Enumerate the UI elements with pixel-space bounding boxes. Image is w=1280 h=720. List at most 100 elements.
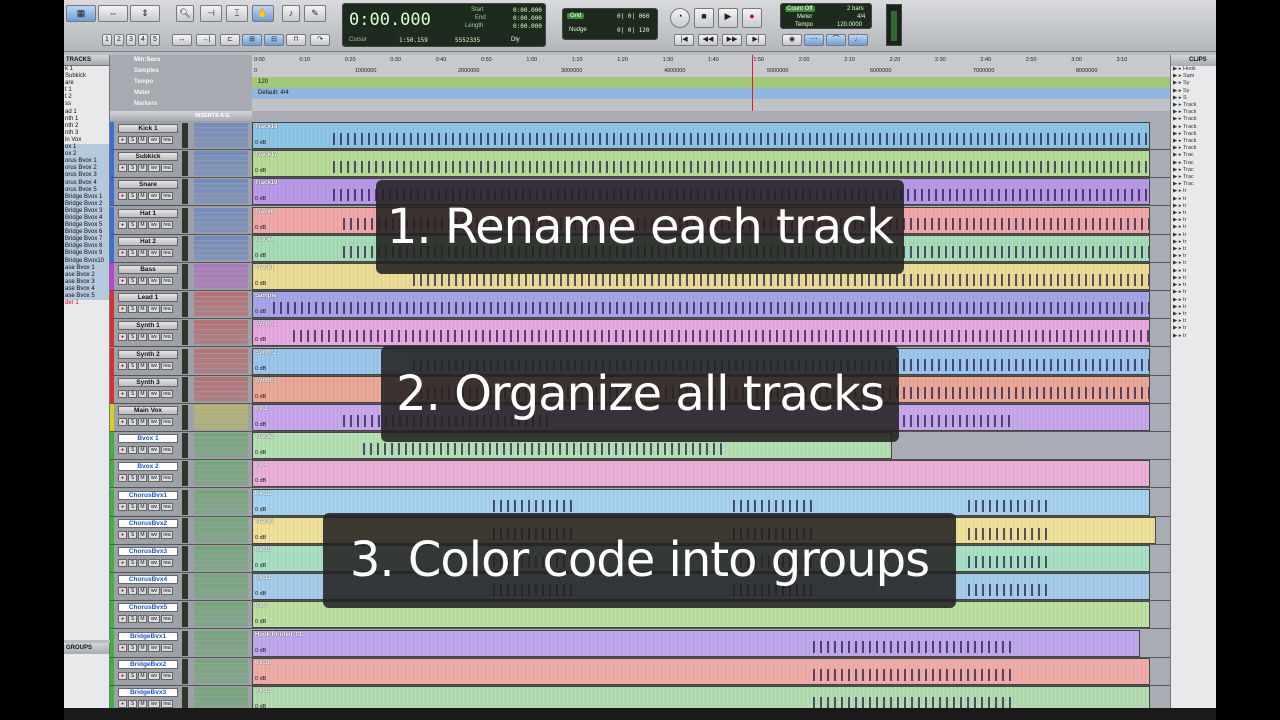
tracks-list-item[interactable]: t 2 — [64, 94, 109, 101]
tracks-list-item[interactable]: nth 3 — [64, 130, 109, 137]
tracks-list-item[interactable]: ad 1 — [64, 109, 109, 116]
clip-gain[interactable]: 0 dB — [255, 281, 266, 287]
track-color-bar[interactable] — [110, 375, 114, 403]
disclosure-triangle-icon[interactable]: ▶ ▸ — [1173, 188, 1183, 194]
track-name-button[interactable]: Hat 1 — [118, 208, 178, 218]
track-name-button[interactable]: Bass — [118, 265, 178, 274]
clip-gain[interactable]: 0 dB — [255, 225, 266, 231]
inserts-header[interactable]: INSERTS A-E — [195, 111, 230, 121]
solo-button[interactable]: S — [128, 277, 137, 285]
clip-gain[interactable]: 0 dB — [255, 450, 266, 456]
zoom-preset-4[interactable]: 4 — [138, 34, 148, 46]
disclosure-triangle-icon[interactable]: ▶ ▸ — [1173, 181, 1183, 187]
automation-mode-selector[interactable]: rea — [161, 418, 173, 426]
track-header[interactable]: Snare ● S Mwv rea — [110, 178, 252, 207]
track-name-button[interactable]: Lead 1 — [118, 293, 178, 303]
track-name-button[interactable]: Kick 1 — [118, 124, 178, 133]
track-header[interactable]: BridgeBvx3 ● S Mwv rea — [110, 686, 252, 708]
disclosure-triangle-icon[interactable]: ▶ ▸ — [1173, 145, 1183, 151]
clips-list-item[interactable]: ▶ ▸ tr — [1171, 304, 1216, 311]
automation-mode-selector[interactable]: rea — [161, 277, 173, 285]
view-selector[interactable]: wv — [148, 333, 160, 342]
clips-list-item[interactable]: ▶ ▸ tr — [1171, 282, 1216, 289]
disclosure-triangle-icon[interactable]: ▶ ▸ — [1173, 217, 1183, 223]
clip-gain[interactable]: 0 dB — [255, 168, 266, 174]
clips-list-item[interactable]: ▶ ▸ Hook — [1171, 66, 1216, 73]
tracks-list-item[interactable]: ase Bvox 4 — [64, 285, 109, 293]
disclosure-triangle-icon[interactable]: ▶ ▸ — [1173, 268, 1183, 274]
solo-button[interactable]: S — [128, 220, 137, 229]
clips-list-item[interactable]: ▶ ▸ Track — [1171, 124, 1216, 131]
disclosure-triangle-icon[interactable]: ▶ ▸ — [1173, 88, 1183, 94]
clips-list-item[interactable]: ▶ ▸ Track — [1171, 102, 1216, 109]
record-enable-button[interactable]: ● — [118, 248, 127, 257]
track-name-button[interactable]: Hat 2 — [118, 236, 178, 246]
tracks-list-item[interactable]: ss — [64, 101, 109, 108]
track-header[interactable]: ChorusBvx5 ● S Mwv rea — [110, 601, 252, 630]
view-selector[interactable]: wv — [148, 587, 160, 596]
track-color-bar[interactable] — [110, 150, 114, 178]
mirror-midi-icon[interactable]: ⊟ — [264, 34, 284, 46]
tracks-list-item[interactable]: orus Bvox 1 — [64, 158, 109, 166]
track-name-button[interactable]: Snare — [118, 180, 178, 190]
tempo-ruler-icon[interactable]: ⌒ — [826, 34, 846, 46]
clips-list-item[interactable]: ▶ ▸ Sy — [1171, 88, 1216, 95]
view-selector[interactable]: wv — [148, 700, 160, 708]
view-selector[interactable]: wv — [148, 136, 160, 144]
disclosure-triangle-icon[interactable]: ▶ ▸ — [1173, 304, 1183, 310]
view-selector[interactable]: wv — [148, 389, 160, 398]
audio-clip[interactable]: trk 4 0 dB — [252, 460, 1150, 488]
track-name-button[interactable]: ChorusBvx1 — [118, 490, 178, 500]
track-color-bar[interactable] — [110, 122, 114, 149]
minsecs-ruler[interactable]: 0:00 0:10 0:20 0:30 0:40 0:50 1:00 1:10 1:20 1:30… — [252, 55, 1170, 66]
clip-gain[interactable]: 0 dB — [255, 196, 266, 202]
clips-list-item[interactable]: ▶ ▸ tr — [1171, 289, 1216, 296]
mute-button[interactable]: M — [138, 192, 147, 201]
mute-button[interactable]: M — [138, 502, 147, 511]
tracks-list-item[interactable]: orus Bvox 5 — [64, 186, 109, 194]
clip-gain[interactable]: 0 dB — [255, 563, 266, 569]
inserts-slots[interactable] — [194, 546, 248, 571]
tab-to-transient-icon[interactable]: ↔ — [172, 34, 192, 46]
automation-mode-selector[interactable]: rea — [161, 559, 173, 567]
mute-button[interactable]: M — [138, 248, 147, 257]
track-name-button[interactable]: Bvox 2 — [118, 462, 178, 472]
track-name-button[interactable]: Synth 3 — [118, 377, 178, 387]
track-color-bar[interactable] — [110, 488, 114, 516]
view-selector[interactable]: wv — [148, 474, 160, 483]
return-to-zero-icon[interactable]: |◀ — [674, 34, 694, 46]
record-enable-button[interactable]: ● — [118, 700, 127, 708]
track-header[interactable]: Kick 1 ● S Mwv rea — [110, 122, 252, 150]
insertion-follows-icon[interactable]: ⊞ — [242, 34, 262, 46]
track-name-button[interactable]: Synth 2 — [118, 349, 178, 359]
ruler-meter-label[interactable]: Meter — [134, 90, 150, 96]
automation-mode-selector[interactable]: rea — [161, 502, 173, 511]
clip-gain[interactable]: 0 dB — [255, 619, 266, 625]
nudge-value[interactable]: 0| 0| 120 — [617, 27, 650, 34]
inserts-slots[interactable] — [194, 405, 248, 430]
track-color-bar[interactable] — [110, 460, 114, 488]
view-selector[interactable]: wv — [148, 305, 160, 314]
mute-button[interactable]: M — [138, 559, 147, 567]
automation-mode-selector[interactable]: rea — [161, 700, 173, 708]
mute-button[interactable]: M — [138, 418, 147, 426]
disclosure-triangle-icon[interactable]: ▶ ▸ — [1173, 116, 1183, 122]
clip-gain[interactable]: 0 dB — [255, 507, 266, 513]
clips-list-item[interactable]: ▶ ▸ tr — [1171, 318, 1216, 325]
mute-button[interactable]: M — [138, 164, 147, 173]
clips-list-item[interactable]: ▶ ▸ tr — [1171, 210, 1216, 217]
automation-mode-selector[interactable]: rea — [161, 671, 173, 680]
track-header[interactable]: ChorusBvx2 ● S Mwv rea — [110, 516, 252, 545]
track-lane[interactable]: Track18 0 dB — [252, 122, 1170, 150]
mode-button-shuffle[interactable]: ▦ — [66, 5, 96, 22]
clips-list-item[interactable]: ▶ ▸ tr — [1171, 224, 1216, 231]
automation-mode-selector[interactable]: rea — [161, 192, 173, 201]
automation-mode-selector[interactable]: rea — [161, 305, 173, 314]
solo-button[interactable]: S — [128, 248, 137, 257]
conductor-icon[interactable]: ♩ — [848, 34, 868, 46]
track-lane[interactable]: trk 13 0 dB — [252, 686, 1170, 708]
record-enable-button[interactable]: ● — [118, 502, 127, 511]
clip-gain[interactable]: 0 dB — [255, 366, 266, 372]
tracks-list-item[interactable]: Subkick — [64, 73, 109, 80]
track-name-button[interactable]: BridgeBvx2 — [118, 659, 178, 669]
